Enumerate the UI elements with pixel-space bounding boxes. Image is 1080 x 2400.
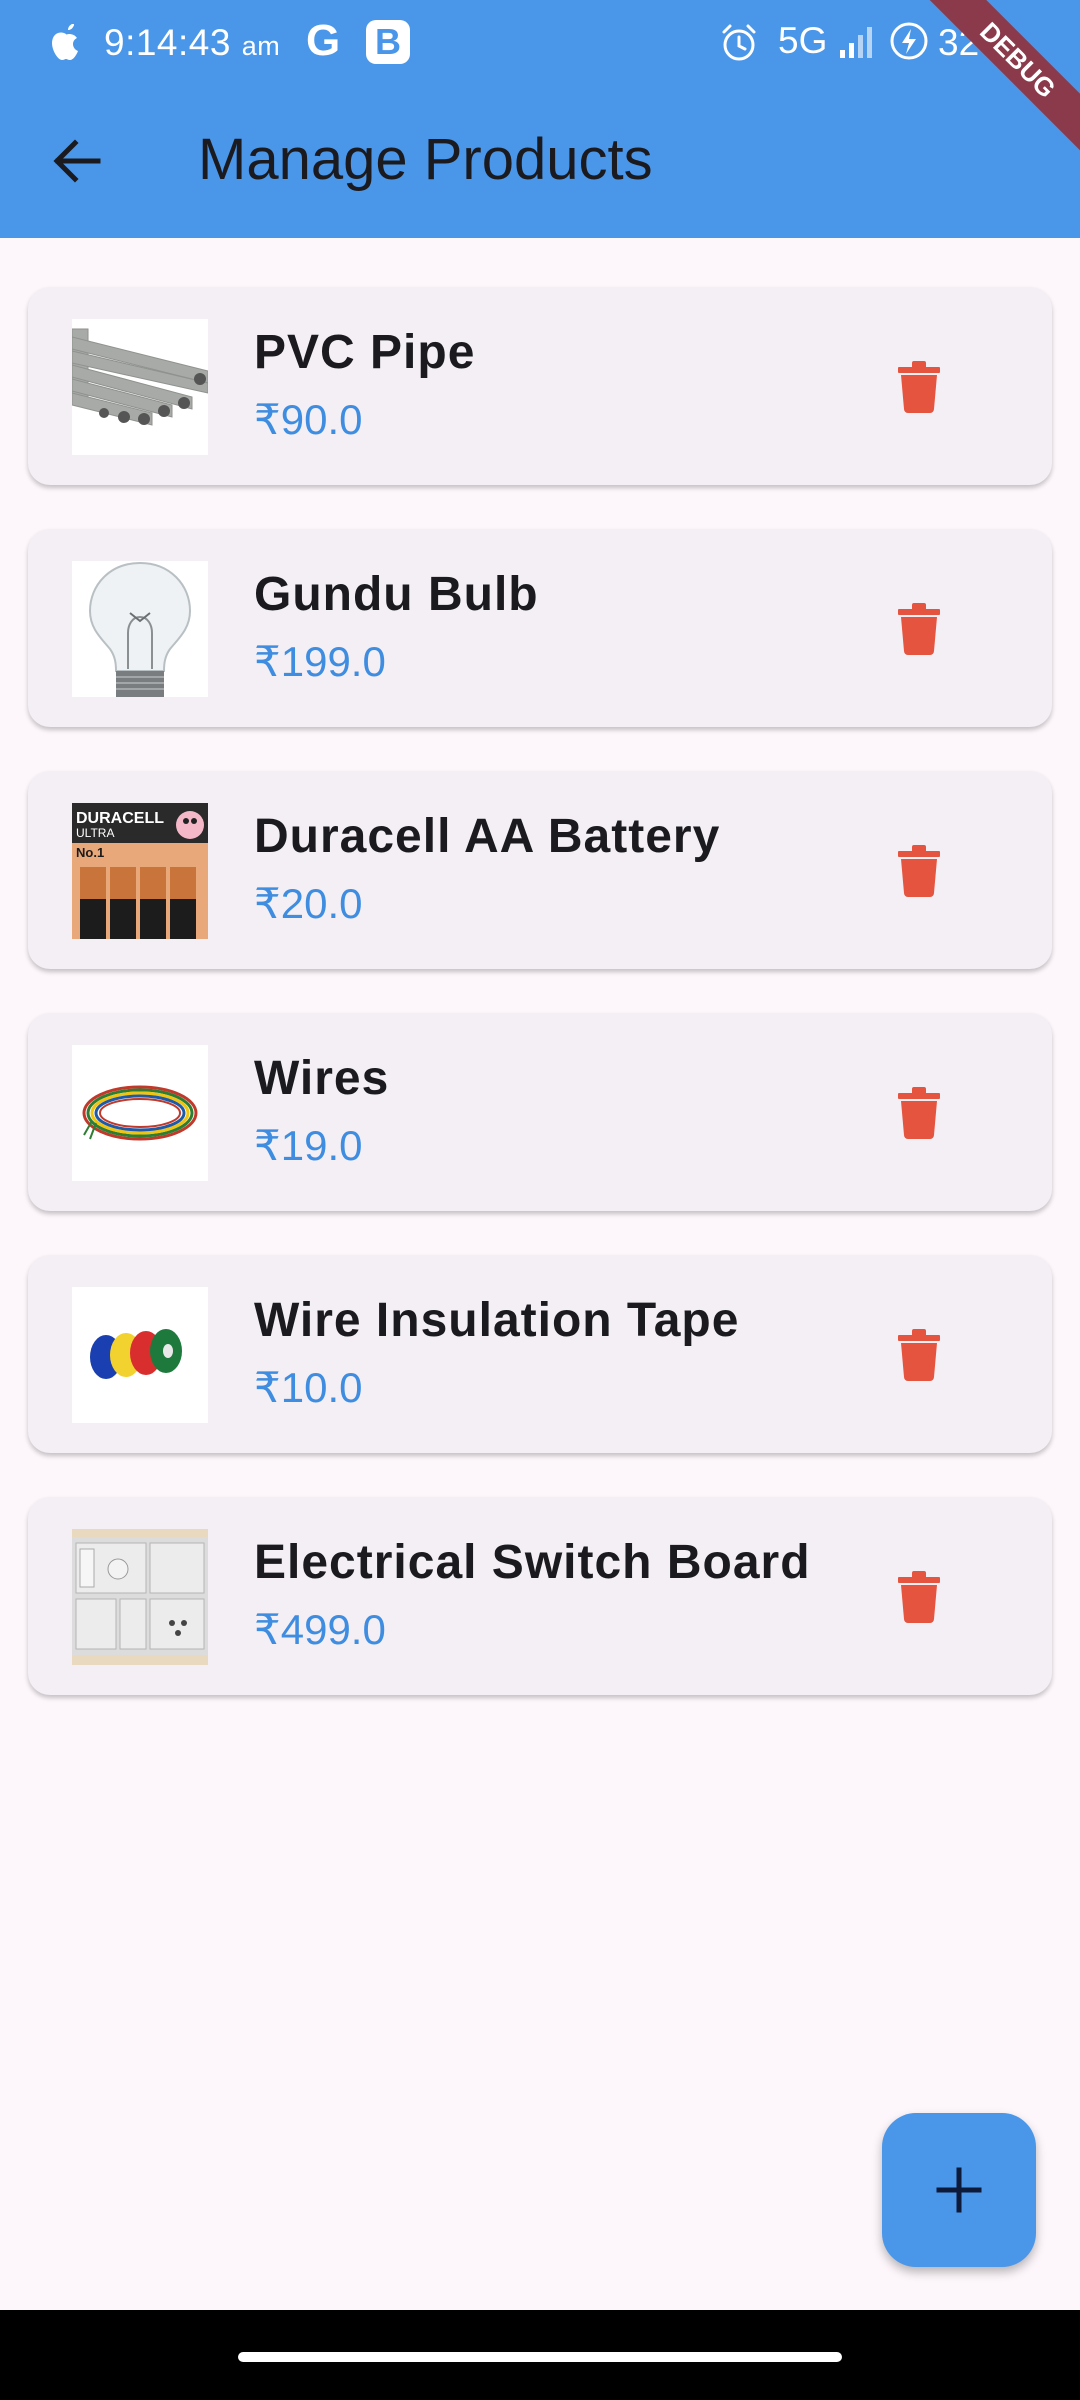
product-card[interactable]: PVC Pipe ₹90.0 (28, 287, 1052, 485)
delete-icon[interactable] (898, 845, 940, 897)
delete-icon[interactable] (898, 603, 940, 655)
add-product-button[interactable] (882, 2113, 1036, 2267)
battery-charging-icon (890, 22, 928, 60)
product-name: Wire Insulation Tape (254, 1294, 740, 1347)
product-card[interactable]: Wire Insulation Tape ₹10.0 (28, 1255, 1052, 1453)
product-image (72, 319, 208, 455)
product-image: DURACELL ULTRA No.1 (72, 803, 208, 939)
product-card[interactable]: DURACELL ULTRA No.1 Duracell AA Battery … (28, 771, 1052, 969)
product-image (72, 1045, 208, 1181)
plus-icon (936, 2167, 982, 2213)
signal-icon (840, 27, 872, 58)
delete-icon[interactable] (898, 361, 940, 413)
product-card[interactable]: Gundu Bulb ₹199.0 (28, 529, 1052, 727)
product-price: ₹20.0 (254, 880, 363, 927)
apple-icon (52, 24, 78, 60)
product-price: ₹199.0 (254, 638, 386, 685)
product-price: ₹90.0 (254, 396, 363, 443)
product-card[interactable]: Wires ₹19.0 (28, 1013, 1052, 1211)
back-arrow-icon[interactable] (48, 132, 106, 190)
delete-icon[interactable] (898, 1087, 940, 1139)
product-name: Duracell AA Battery (254, 810, 721, 863)
product-price: ₹499.0 (254, 1606, 386, 1653)
delete-icon[interactable] (898, 1329, 940, 1381)
system-nav-bar (0, 2310, 1080, 2400)
product-name: Wires (254, 1052, 390, 1105)
product-card[interactable]: Electrical Switch Board ₹499.0 (28, 1497, 1052, 1695)
app-bar: 9:14:43 am G B 5G 32 DEBUG Manage Produc… (0, 0, 1080, 238)
page-title: Manage Products (198, 127, 653, 192)
product-image (72, 1287, 208, 1423)
network-label: 5G (778, 20, 828, 61)
home-gesture-handle[interactable] (238, 2352, 842, 2362)
status-time: 9:14:43 am (104, 22, 281, 63)
battery-brand-text: DURACELL (76, 810, 164, 827)
product-name: Electrical Switch Board (254, 1536, 811, 1589)
product-price: ₹19.0 (254, 1122, 363, 1169)
product-name: PVC Pipe (254, 326, 476, 379)
status-bar: 9:14:43 am G B 5G 32 (0, 0, 1080, 84)
google-icon: G (306, 16, 341, 65)
product-name: Gundu Bulb (254, 568, 539, 621)
delete-icon[interactable] (898, 1571, 940, 1623)
product-price: ₹10.0 (254, 1364, 363, 1411)
battery-sub-text: ULTRA (76, 826, 114, 840)
alarm-icon (722, 24, 756, 61)
b-app-icon: B (366, 20, 410, 64)
battery-badge-text: No.1 (76, 845, 104, 860)
product-image (72, 1529, 208, 1665)
product-image (72, 561, 208, 697)
